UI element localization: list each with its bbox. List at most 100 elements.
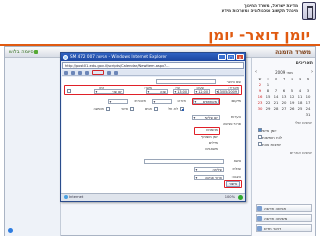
ministry-name: מדינת ישראל, משרד החינוך מינהל תקשוב וטכ… xyxy=(222,3,298,13)
calendar-day[interactable]: 26 xyxy=(288,106,296,112)
help-icon[interactable] xyxy=(114,70,118,75)
category-label: אישי xyxy=(121,107,128,111)
reminder-label: תזכורת: xyxy=(133,99,146,103)
reminder-field[interactable] xyxy=(108,99,128,104)
attach-icon[interactable] xyxy=(71,70,75,75)
creator-field[interactable] xyxy=(156,79,216,84)
calendar-item-label: לוח חופשות xyxy=(262,134,283,140)
new-meeting-label: פגישה חדשה xyxy=(264,205,287,211)
participants-field[interactable]: משתתפים xyxy=(193,99,219,104)
maximize-button[interactable]: □ xyxy=(227,54,235,60)
weekday: ד xyxy=(282,76,286,81)
new-meeting-button[interactable]: פגישה חדשה xyxy=(256,204,312,212)
new-task-label: משימה חדשה xyxy=(264,215,288,221)
new-mail-label: דואר חדש xyxy=(264,225,282,231)
location-label: מיקום: xyxy=(230,99,241,103)
calendar-item[interactable]: לוח חופשות xyxy=(256,134,312,140)
calendar-sidebar: תאריכים ‹ מאי 2009 › א ב ג ד ה ו ש 12345… xyxy=(251,58,315,236)
notes-label: הערות xyxy=(231,115,241,119)
new-mail-button[interactable]: דואר חדש xyxy=(256,224,312,232)
calendar-item[interactable]: ישיבות צוות xyxy=(256,141,312,147)
duration-field[interactable]: שנה xyxy=(146,89,168,94)
close-button[interactable]: × xyxy=(236,54,244,60)
task-icon xyxy=(257,215,262,221)
status-text: Internet xyxy=(69,195,84,199)
slide-header: מדינת ישראל, משרד החינוך מינהל תקשוב וטכ… xyxy=(0,0,320,24)
category-label: חופשה xyxy=(93,107,104,111)
meeting-form: שם היוצר תאריך: 13/05/2009 שעה: 12:00 עד… xyxy=(62,77,244,193)
ok-button[interactable]: אישור xyxy=(226,181,240,187)
next-month-icon[interactable]: ‹ xyxy=(311,69,313,75)
category-checkbox[interactable] xyxy=(154,107,158,111)
display-label: הצגה: xyxy=(231,175,241,179)
address-bar[interactable]: http://post01.edu.gov.il/scripts/Calenda… xyxy=(62,62,244,69)
zoom-level[interactable]: 100% xyxy=(225,194,235,201)
list-item[interactable]: משאבים xyxy=(205,147,218,151)
weekday: ב xyxy=(298,76,302,81)
calendar-day[interactable]: 28 xyxy=(272,106,280,112)
checkbox[interactable] xyxy=(258,128,262,132)
category-checkbox[interactable] xyxy=(106,107,110,111)
category-checkbox[interactable] xyxy=(180,107,184,111)
minimize-button[interactable]: _ xyxy=(218,54,226,60)
left-panel xyxy=(5,58,61,236)
checkbox[interactable] xyxy=(258,135,262,139)
check-names-icon[interactable] xyxy=(107,70,111,75)
calendar-day[interactable]: 31 xyxy=(304,112,312,118)
calendar-day[interactable]: 29 xyxy=(264,106,272,112)
print-icon[interactable] xyxy=(78,70,82,75)
list-item[interactable]: מיילים xyxy=(209,141,218,145)
mail-icon xyxy=(257,225,262,231)
calendar-item-label: יומן אישי xyxy=(262,127,277,133)
subject-label: נושא xyxy=(233,159,241,163)
category-checkbox[interactable] xyxy=(130,107,134,111)
app-left-header[interactable]: סיומה בלוש xyxy=(9,49,40,55)
notes-field[interactable]: יום שלישי xyxy=(192,115,220,120)
repeat-field[interactable] xyxy=(152,99,172,104)
day-field[interactable]: יום שני xyxy=(94,89,124,94)
checkbox[interactable] xyxy=(258,142,262,146)
delete-icon[interactable] xyxy=(85,70,89,75)
popup-toolbar xyxy=(62,70,244,76)
popup-title: SM 472 007 פגישה - Windows Internet Expl… xyxy=(70,54,167,59)
my-calendars-title: יומנים שלי xyxy=(294,120,312,125)
all-day-checkbox[interactable] xyxy=(67,89,71,93)
start-time-field[interactable]: 12:00 xyxy=(194,89,210,94)
creator-label: שם היוצר xyxy=(226,80,241,84)
list-item[interactable]: מוזמנים xyxy=(206,128,218,132)
weekday: ה xyxy=(274,76,278,81)
calendar-day[interactable]: 30 xyxy=(256,106,264,112)
display-field[interactable]: פרטי פגישה xyxy=(194,175,224,180)
end-time-field[interactable]: 13:00 xyxy=(173,89,189,94)
calendar-item[interactable]: יומן אישי xyxy=(256,127,312,133)
prev-month-icon[interactable]: › xyxy=(255,69,257,75)
calendar-day[interactable]: 27 xyxy=(280,106,288,112)
subject-field[interactable] xyxy=(144,159,224,164)
save-icon[interactable] xyxy=(64,70,68,75)
info-dot-icon[interactable] xyxy=(8,228,13,233)
calendar-day[interactable]: 25 xyxy=(296,106,304,112)
list-item[interactable]: יומן משותף xyxy=(201,135,218,139)
slide-title: יומן דואר- יומן xyxy=(208,26,310,44)
ministry-line-2: מינהל תקשוב וטכנולוגיה ומערכות מידע xyxy=(221,8,298,13)
sidebar-header: תאריכים xyxy=(295,61,313,66)
app-right-header: משרד הזמנה xyxy=(275,49,311,56)
app-left-label: סיומה בלוש xyxy=(9,49,34,55)
category-label: לא חל xyxy=(168,107,178,111)
calendar-icon xyxy=(257,205,262,211)
category-label: חגים xyxy=(144,107,152,111)
repeat-label: חזרה: xyxy=(176,99,186,103)
new-task-button[interactable]: משימה חדשה xyxy=(256,214,312,222)
status-led-icon xyxy=(33,49,38,54)
weekday: ג xyxy=(291,76,293,81)
sender-field[interactable]: שליחה xyxy=(194,167,224,172)
weekday: א xyxy=(306,76,310,81)
status-bar: Internet 100% xyxy=(61,193,245,201)
date-field[interactable]: 13/05/2009 xyxy=(215,89,239,94)
meeting-details-label: פרטי פגישה xyxy=(223,122,241,126)
send-invite-button[interactable] xyxy=(92,70,104,75)
security-icon xyxy=(238,195,243,200)
weekday: ו xyxy=(267,76,269,81)
menorah-emblem-icon xyxy=(302,2,316,20)
calendar-item-label: ישיבות צוות xyxy=(262,141,282,147)
